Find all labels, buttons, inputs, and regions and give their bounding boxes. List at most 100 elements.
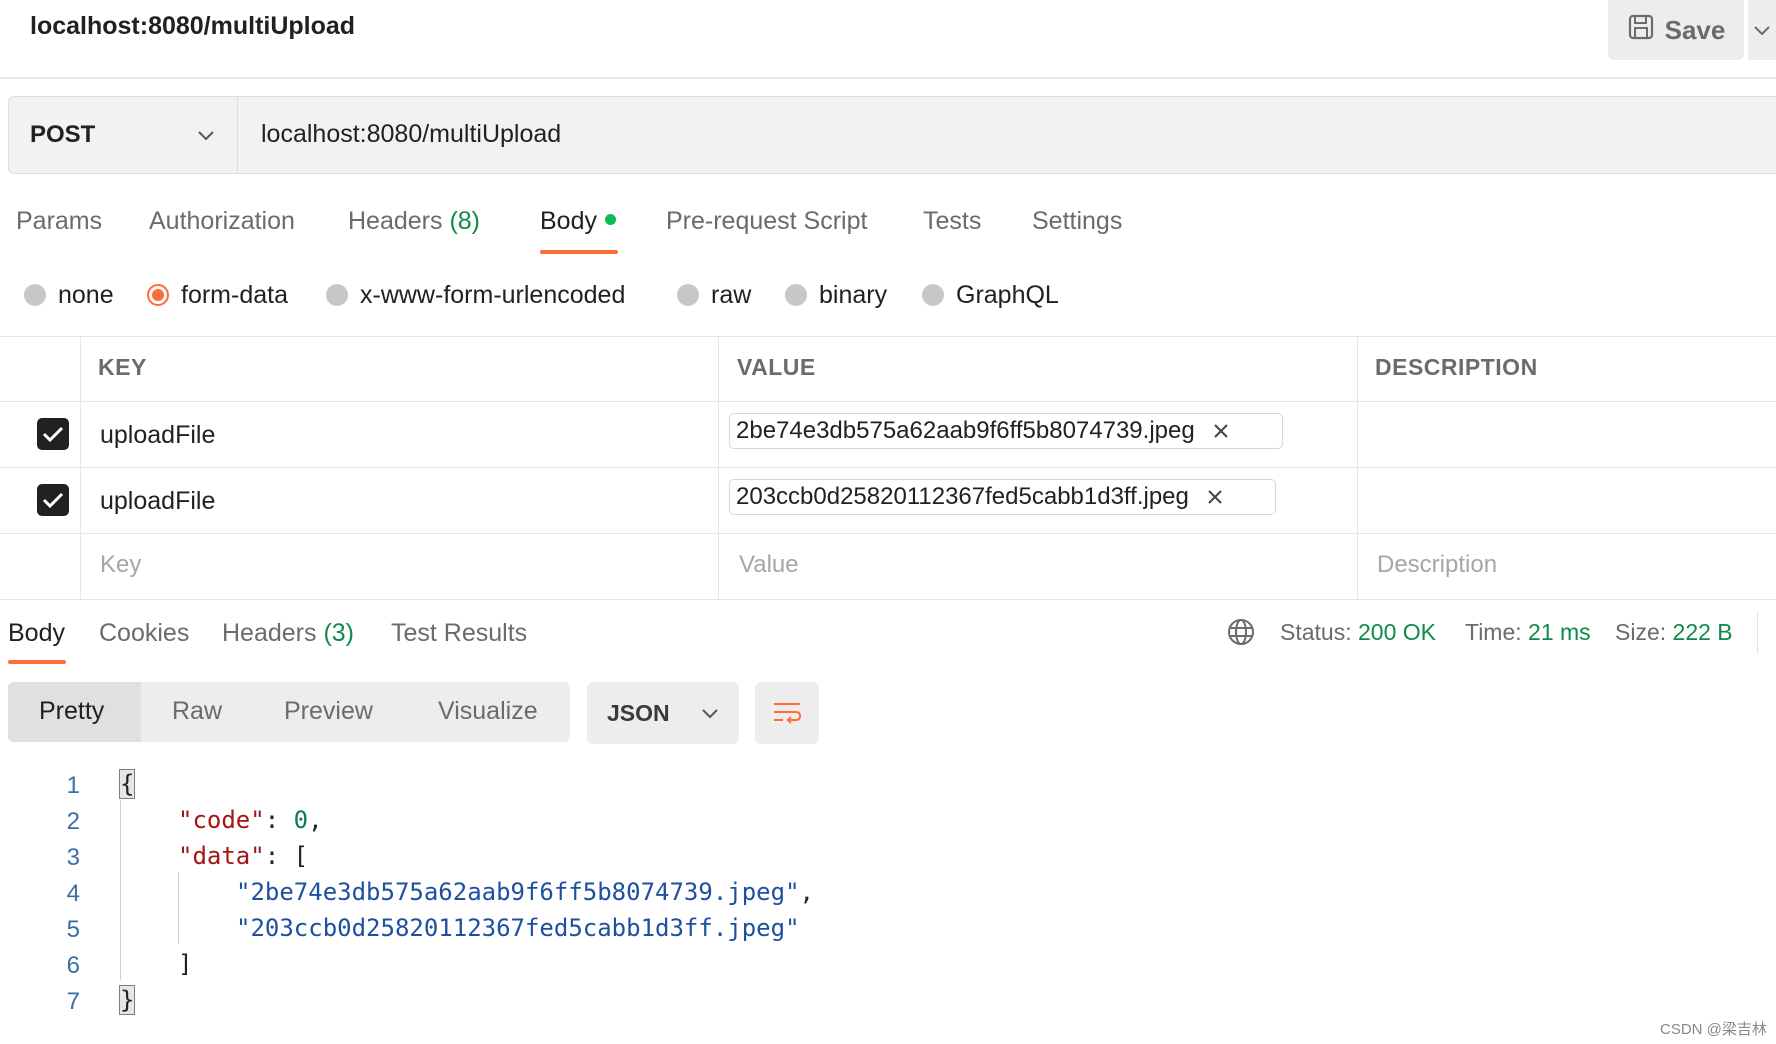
- method-select[interactable]: POST: [8, 96, 238, 174]
- response-tab-cookies[interactable]: Cookies: [99, 619, 189, 648]
- size-value: 222 B: [1672, 619, 1733, 645]
- radio-icon: [922, 284, 944, 306]
- divider: [0, 77, 1776, 79]
- globe-icon[interactable]: [1226, 617, 1256, 652]
- tab-body[interactable]: Body: [540, 207, 616, 236]
- line-number: 5: [66, 916, 80, 943]
- active-tab-underline: [540, 250, 618, 254]
- headers-count: (8): [449, 207, 481, 235]
- code-line: "data": [: [178, 842, 309, 870]
- file-name: 2be74e3db575a62aab9f6ff5b8074739.jpeg: [736, 417, 1195, 444]
- code-line: }: [118, 985, 136, 1015]
- save-button[interactable]: Save: [1608, 0, 1744, 60]
- indent-guide: [120, 800, 121, 980]
- line-number: 2: [66, 808, 80, 835]
- radio-selected-icon: [147, 284, 169, 306]
- line-number: 6: [66, 952, 80, 979]
- radio-graphql[interactable]: GraphQL: [922, 278, 1059, 312]
- file-chip[interactable]: 2be74e3db575a62aab9f6ff5b8074739.jpeg: [729, 413, 1283, 449]
- response-size[interactable]: Size: 222 B: [1615, 619, 1733, 646]
- tab-pre-request-script[interactable]: Pre-request Script: [666, 207, 867, 236]
- code-line: "2be74e3db575a62aab9f6ff5b8074739.jpeg",: [236, 878, 814, 906]
- active-tab-underline: [8, 660, 66, 664]
- table-border: [0, 467, 1776, 468]
- divider: [1757, 612, 1758, 654]
- view-mode-pretty[interactable]: Pretty: [39, 697, 104, 726]
- key-input[interactable]: Key: [100, 551, 141, 579]
- watermark: CSDN @梁吉林: [1660, 1021, 1767, 1038]
- table-border: [0, 599, 1776, 600]
- view-mode-preview[interactable]: Preview: [284, 697, 373, 726]
- chevron-down-icon: [702, 709, 718, 719]
- tab-tests[interactable]: Tests: [923, 207, 981, 236]
- radio-none[interactable]: none: [24, 278, 114, 312]
- chevron-down-icon: [198, 131, 214, 141]
- line-number: 1: [66, 772, 80, 799]
- response-status[interactable]: Status: 200 OK: [1280, 619, 1436, 646]
- radio-raw[interactable]: raw: [677, 278, 751, 312]
- file-name: 203ccb0d25820112367fed5cabb1d3ff.jpeg: [736, 483, 1189, 510]
- close-icon[interactable]: [1213, 423, 1229, 439]
- view-mode-raw[interactable]: Raw: [172, 697, 222, 726]
- code-line: {: [118, 769, 136, 799]
- open-brace: {: [118, 769, 136, 799]
- close-icon[interactable]: [1207, 489, 1223, 505]
- radio-binary[interactable]: binary: [785, 278, 887, 312]
- table-border: [0, 336, 1776, 337]
- response-tab-headers[interactable]: Headers (3): [222, 619, 354, 648]
- code-line: "code": 0,: [178, 806, 323, 834]
- file-chip[interactable]: 203ccb0d25820112367fed5cabb1d3ff.jpeg: [729, 479, 1276, 515]
- method-label: POST: [30, 121, 96, 148]
- status-value: 200 OK: [1358, 619, 1436, 645]
- row-key-input[interactable]: uploadFile: [100, 421, 215, 450]
- description-input[interactable]: Description: [1377, 551, 1497, 579]
- table-border: [0, 533, 1776, 534]
- close-brace: }: [118, 985, 136, 1015]
- radio-icon: [24, 284, 46, 306]
- response-tab-body[interactable]: Body: [8, 619, 65, 648]
- save-label: Save: [1664, 14, 1726, 45]
- column-header-value: VALUE: [737, 354, 816, 380]
- table-border: [1357, 336, 1358, 600]
- time-value: 21 ms: [1528, 619, 1591, 645]
- format-select[interactable]: JSON: [587, 682, 739, 744]
- radio-x-www-form-urlencoded[interactable]: x-www-form-urlencoded: [326, 278, 625, 312]
- save-icon: [1627, 13, 1655, 48]
- value-input[interactable]: Value: [739, 551, 799, 579]
- code-line: ]: [178, 950, 193, 978]
- table-border: [718, 336, 719, 600]
- save-options-button[interactable]: [1748, 0, 1776, 60]
- radio-icon: [785, 284, 807, 306]
- request-title[interactable]: localhost:8080/multiUpload: [30, 12, 355, 41]
- table-border: [0, 401, 1776, 402]
- checkmark-icon: [42, 426, 64, 443]
- table-border: [80, 336, 81, 600]
- url-input[interactable]: localhost:8080/multiUpload: [261, 120, 561, 149]
- row-key-input[interactable]: uploadFile: [100, 487, 215, 516]
- row-enabled-checkbox[interactable]: [37, 418, 69, 450]
- radio-icon: [326, 284, 348, 306]
- response-tab-test-results[interactable]: Test Results: [391, 619, 527, 648]
- tab-params[interactable]: Params: [16, 207, 102, 236]
- tab-authorization[interactable]: Authorization: [149, 207, 295, 236]
- radio-icon: [677, 284, 699, 306]
- format-label: JSON: [607, 699, 670, 726]
- body-indicator-dot: [604, 213, 616, 225]
- tab-headers[interactable]: Headers (8): [348, 207, 480, 236]
- line-number: 3: [66, 844, 80, 871]
- view-mode-visualize[interactable]: Visualize: [438, 697, 538, 726]
- tab-settings[interactable]: Settings: [1032, 207, 1122, 236]
- checkmark-icon: [42, 492, 64, 509]
- radio-form-data[interactable]: form-data: [147, 278, 288, 312]
- indent-guide: [178, 872, 179, 944]
- column-header-key: KEY: [98, 354, 147, 380]
- code-line: "203ccb0d25820112367fed5cabb1d3ff.jpeg": [236, 914, 800, 942]
- row-enabled-checkbox[interactable]: [37, 484, 69, 516]
- wrap-lines-button[interactable]: [755, 682, 819, 744]
- response-time[interactable]: Time: 21 ms: [1465, 619, 1591, 646]
- line-number: 4: [66, 880, 80, 907]
- line-number: 7: [66, 988, 80, 1015]
- response-headers-count: (3): [323, 619, 355, 647]
- column-header-description: DESCRIPTION: [1375, 354, 1538, 380]
- wrap-lines-icon: [774, 703, 802, 724]
